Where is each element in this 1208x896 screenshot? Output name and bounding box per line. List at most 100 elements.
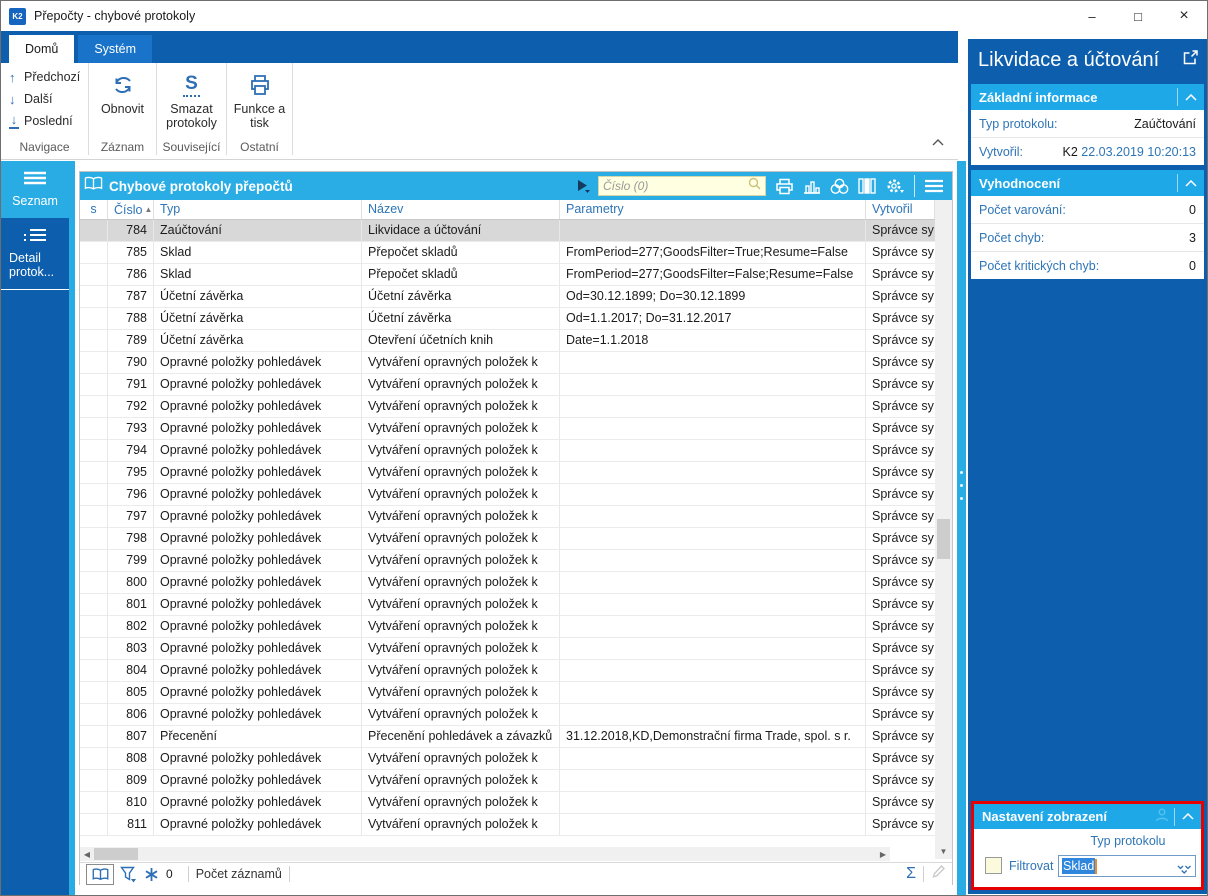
table-row[interactable]: 805 Opravné položky pohledávek Vytváření o… [80, 682, 935, 704]
section-title: Vyhodnocení [979, 175, 1061, 191]
table-row[interactable]: 810 Opravné položky pohledávek Vytváření o… [80, 792, 935, 814]
table-row[interactable]: 804 Opravné položky pohledávek Vytváření o… [80, 660, 935, 682]
section-header[interactable]: Nastavení zobrazení [974, 804, 1201, 829]
table-row[interactable]: 806 Opravné položky pohledávek Vytváření o… [80, 704, 935, 726]
sum-icon[interactable]: Σ [906, 865, 916, 883]
cell-parametry: Od=30.12.1899; Do=30.12.1899 [560, 286, 866, 308]
cell-nazev: Vytváření opravných položek k [362, 748, 560, 770]
previous-button[interactable]: ↑ Předchozí [1, 66, 88, 88]
lookup-dropdown-icon[interactable] [1177, 862, 1192, 880]
search-placeholder: Číslo (0) [603, 179, 649, 193]
table-row[interactable]: 801 Opravné položky pohledávek Vytváření o… [80, 594, 935, 616]
next-button[interactable]: ↓ Další [1, 88, 88, 110]
cell-vytvoril: Správce sy [866, 242, 935, 264]
table-row[interactable]: 797 Opravné položky pohledávek Vytváření o… [80, 506, 935, 528]
protocol-type-input[interactable]: Sklad [1058, 855, 1196, 877]
collapse-chevron-icon[interactable] [1174, 807, 1201, 826]
panel-splitter[interactable] [957, 161, 966, 895]
run-filter-icon[interactable] [576, 179, 590, 193]
table-row[interactable]: 808 Opravné položky pohledávek Vytváření o… [80, 748, 935, 770]
status-divider [288, 866, 290, 882]
table-row[interactable]: 809 Opravné položky pohledávek Vytváření o… [80, 770, 935, 792]
scrollbar-down-arrow-icon[interactable]: ▼ [935, 845, 952, 859]
chart-icon[interactable] [803, 179, 821, 194]
maximize-button[interactable]: □ [1115, 1, 1161, 31]
collapse-chevron-icon[interactable] [1177, 88, 1204, 106]
table-row[interactable]: 793 Opravné položky pohledávek Vytváření o… [80, 418, 935, 440]
cell-typ: Opravné položky pohledávek [154, 484, 362, 506]
sidebar-item-seznam[interactable]: Seznam [1, 161, 69, 218]
scrollbar-left-arrow-icon[interactable]: ◀ [80, 850, 94, 859]
filter-icon[interactable] [120, 866, 137, 883]
cell-cislo: 792 [108, 396, 154, 418]
table-row[interactable]: 788 Účetní závěrka Účetní závěrka Od=1.1.20… [80, 308, 935, 330]
table-row[interactable]: 789 Účetní závěrka Otevření účetních knih D… [80, 330, 935, 352]
column-header-typ[interactable]: Typ [154, 200, 362, 219]
search-input[interactable]: Číslo (0) [598, 176, 766, 196]
grid-menu-icon[interactable] [924, 179, 944, 193]
ribbon-collapse-chevron-icon[interactable] [932, 133, 944, 151]
table-row[interactable]: 786 Sklad Přepočet skladů FromPeriod=277;Go… [80, 264, 935, 286]
cell-nazev: Přecenění pohledávek a závazků [362, 726, 560, 748]
table-row[interactable]: 796 Opravné položky pohledávek Vytváření o… [80, 484, 935, 506]
table-row[interactable]: 791 Opravné položky pohledávek Vytváření o… [80, 374, 935, 396]
open-in-window-icon[interactable] [1182, 49, 1199, 72]
table-row[interactable]: 787 Účetní závěrka Účetní závěrka Od=30.12.… [80, 286, 935, 308]
sidebar-item-detail-protokolu[interactable]: Detail protok... [1, 218, 69, 290]
table-row[interactable]: 800 Opravné položky pohledávek Vytváření o… [80, 572, 935, 594]
tab-system[interactable]: Systém [78, 35, 153, 63]
cell-cislo: 805 [108, 682, 154, 704]
column-header-vytvoril[interactable]: Vytvořil [866, 200, 935, 219]
grid-header-row: s Číslo▲ Typ Název Parametry Vytvořil ▲ [80, 200, 952, 220]
column-header-nazev[interactable]: Název [362, 200, 560, 219]
table-row[interactable]: 807 Přecenění Přecenění pohledávek a závaz… [80, 726, 935, 748]
down-arrow-icon: ↓ [9, 91, 16, 107]
table-row[interactable]: 803 Opravné položky pohledávek Vytváření o… [80, 638, 935, 660]
analysis-icon[interactable] [830, 178, 849, 195]
table-row[interactable]: 802 Opravné položky pohledávek Vytváření o… [80, 616, 935, 638]
column-header-cislo[interactable]: Číslo ▲ [108, 200, 154, 219]
text-caret [1095, 858, 1098, 874]
cell-nazev: Vytváření opravných položek k [362, 814, 560, 836]
book-icon [84, 176, 103, 196]
settings-gear-icon[interactable] [885, 178, 905, 195]
cell-parametry [560, 704, 866, 726]
close-button[interactable]: × [1161, 1, 1207, 31]
print-icon[interactable] [775, 178, 794, 195]
table-row[interactable]: 790 Opravné položky pohledávek Vytváření o… [80, 352, 935, 374]
horizontal-scrollbar[interactable]: ◀ ▶ [80, 847, 890, 861]
tab-domu[interactable]: Domů [9, 35, 75, 63]
detail-panel: Likvidace a účtování Základní informace … [968, 39, 1207, 894]
table-row[interactable]: 784 Zaúčtování Likvidace a účtování Správce… [80, 220, 935, 242]
table-row[interactable]: 795 Opravné položky pohledávek Vytváření o… [80, 462, 935, 484]
horizontal-scrollbar-thumb[interactable] [94, 848, 138, 860]
cell-cislo: 798 [108, 528, 154, 550]
cell-parametry: 31.12.2018,KD,Demonstrační firma Trade, … [560, 726, 866, 748]
column-header-parametry[interactable]: Parametry [560, 200, 866, 219]
vertical-scrollbar[interactable]: ▲ ▼ [935, 200, 952, 859]
table-row[interactable]: 785 Sklad Přepočet skladů FromPeriod=277;Go… [80, 242, 935, 264]
book-view-toggle[interactable] [86, 863, 114, 885]
section-header[interactable]: Vyhodnocení [971, 170, 1204, 196]
filter-checkbox[interactable] [985, 857, 1002, 874]
columns-icon[interactable] [858, 178, 876, 194]
cell-s [80, 330, 108, 352]
cell-s [80, 352, 108, 374]
table-row[interactable]: 799 Opravné položky pohledávek Vytváření o… [80, 550, 935, 572]
vertical-scrollbar-thumb[interactable] [937, 519, 950, 559]
cell-typ: Opravné položky pohledávek [154, 682, 362, 704]
scrollbar-right-arrow-icon[interactable]: ▶ [876, 850, 890, 859]
section-header[interactable]: Základní informace [971, 84, 1204, 110]
minimize-button[interactable]: – [1069, 1, 1115, 31]
table-row[interactable]: 792 Opravné položky pohledávek Vytváření o… [80, 396, 935, 418]
last-button[interactable]: ↓ Poslední [1, 110, 88, 132]
cell-vytvoril: Správce sy [866, 616, 935, 638]
freeze-asterisk-icon[interactable] [144, 867, 159, 882]
table-row[interactable]: 811 Opravné položky pohledávek Vytváření o… [80, 814, 935, 836]
table-row[interactable]: 798 Opravné položky pohledávek Vytváření o… [80, 528, 935, 550]
cell-cislo: 800 [108, 572, 154, 594]
column-header-s[interactable]: s [80, 200, 108, 219]
cell-parametry [560, 440, 866, 462]
table-row[interactable]: 794 Opravné položky pohledávek Vytváření o… [80, 440, 935, 462]
collapse-chevron-icon[interactable] [1177, 174, 1204, 192]
